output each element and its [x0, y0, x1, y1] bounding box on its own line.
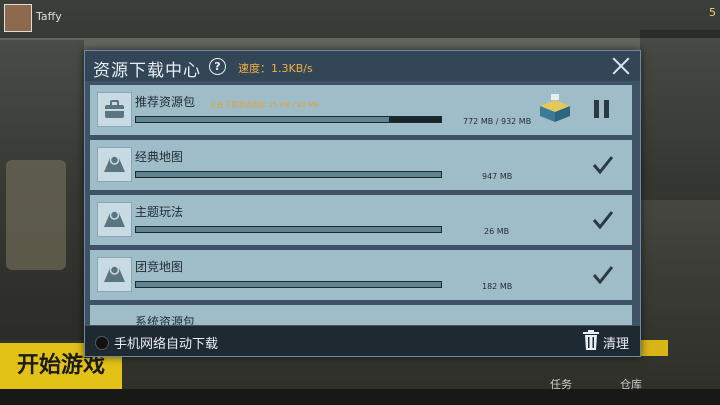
vehicle-image — [6, 160, 66, 270]
checkmark-icon — [592, 211, 614, 230]
yellow-badge — [640, 340, 668, 356]
map-icon — [97, 147, 132, 182]
briefcase-icon — [97, 92, 132, 127]
help-icon[interactable]: ? — [209, 58, 226, 75]
resource-download-dialog: 资源下载中心 ? 速度：1.3KB/s 推荐资源包 正在下载高清图标 15 MB… — [84, 50, 641, 357]
list-item[interactable]: 推荐资源包 正在下载高清图标 15 MB / 82 MB 772 MB / 93… — [90, 85, 632, 135]
list-item[interactable]: 主题玩法 26 MB — [90, 195, 632, 245]
list-item[interactable]: 系统资源包 — [90, 305, 632, 325]
progress-bar — [135, 171, 442, 178]
item-name: 团竞地图 — [135, 260, 184, 274]
bottom-bar — [0, 389, 720, 405]
checkmark-icon — [592, 266, 614, 285]
item-name: 系统资源包 — [135, 315, 196, 325]
item-name: 推荐资源包 — [135, 95, 196, 109]
progress-bar — [135, 281, 442, 288]
right-panel — [640, 30, 720, 200]
resource-bundle-icon — [537, 92, 573, 126]
top-bar — [0, 0, 720, 38]
progress-bar — [135, 226, 442, 233]
clear-button[interactable]: 清理 — [603, 333, 629, 352]
list-item[interactable]: 团竞地图 182 MB — [90, 250, 632, 300]
resource-list[interactable]: 推荐资源包 正在下载高清图标 15 MB / 82 MB 772 MB / 93… — [85, 85, 640, 325]
list-item[interactable]: 经典地图 947 MB — [90, 140, 632, 190]
item-size: 772 MB / 932 MB — [463, 117, 532, 126]
username: Taffy — [36, 10, 62, 23]
progress-fill — [136, 227, 441, 232]
progress-fill — [136, 117, 390, 122]
avatar[interactable] — [4, 4, 32, 32]
tab-warehouse[interactable]: 仓库 — [620, 376, 642, 392]
item-size: 182 MB — [482, 282, 513, 291]
item-name: 经典地图 — [135, 150, 184, 164]
progress-fill — [136, 282, 441, 287]
item-status: 正在下载高清图标 15 MB / 82 MB — [210, 101, 319, 109]
trash-icon[interactable] — [583, 330, 599, 350]
auto-download-toggle[interactable] — [95, 336, 109, 350]
item-name: 主题玩法 — [135, 205, 184, 219]
auto-download-label: 手机网络自动下载 — [114, 337, 219, 352]
item-size: 947 MB — [482, 172, 513, 181]
pause-button[interactable] — [594, 100, 610, 118]
dialog-title: 资源下载中心 — [93, 61, 201, 81]
close-button[interactable] — [607, 52, 635, 80]
currency-count: 5 — [709, 6, 716, 19]
checkmark-icon — [592, 156, 614, 175]
progress-bar — [135, 116, 442, 123]
map-icon — [97, 202, 132, 237]
item-size: 26 MB — [484, 227, 510, 236]
map-icon — [97, 257, 132, 292]
download-speed: 速度：1.3KB/s — [238, 62, 313, 75]
tab-task[interactable]: 任务 — [550, 376, 572, 392]
progress-fill — [136, 172, 441, 177]
